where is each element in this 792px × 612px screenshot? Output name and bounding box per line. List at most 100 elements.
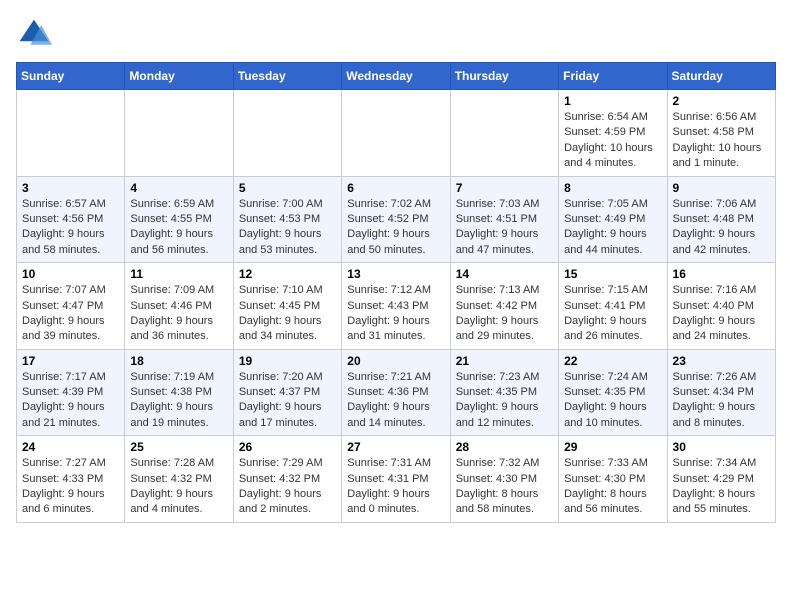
calendar-cell: 27 Sunrise: 7:31 AM Sunset: 4:31 PM Dayli… <box>342 436 450 523</box>
day-info: Sunrise: 7:15 AM Sunset: 4:41 PM Dayligh… <box>564 283 661 345</box>
calendar-cell: 5 Sunrise: 7:00 AM Sunset: 4:53 PM Daylig… <box>233 176 341 263</box>
day-info: Sunrise: 6:57 AM Sunset: 4:56 PM Dayligh… <box>22 197 119 259</box>
calendar-cell: 12 Sunrise: 7:10 AM Sunset: 4:45 PM Dayli… <box>233 263 341 350</box>
calendar-cell: 29 Sunrise: 7:33 AM Sunset: 4:30 PM Dayli… <box>559 436 667 523</box>
day-info: Sunrise: 7:26 AM Sunset: 4:34 PM Dayligh… <box>673 370 770 432</box>
calendar-cell: 15 Sunrise: 7:15 AM Sunset: 4:41 PM Dayli… <box>559 263 667 350</box>
day-info: Sunrise: 7:17 AM Sunset: 4:39 PM Dayligh… <box>22 370 119 432</box>
calendar-cell: 1Sunrise: 6:54 AM Sunset: 4:59 PM Daylig… <box>559 90 667 177</box>
calendar-header-row: SundayMondayTuesdayWednesdayThursdayFrid… <box>17 63 776 90</box>
day-info: Sunrise: 7:00 AM Sunset: 4:53 PM Dayligh… <box>239 197 336 259</box>
day-info: Sunrise: 6:56 AM Sunset: 4:58 PM Dayligh… <box>673 110 770 172</box>
day-info: Sunrise: 7:31 AM Sunset: 4:31 PM Dayligh… <box>347 456 444 518</box>
day-number: 17 <box>22 354 119 368</box>
day-number: 30 <box>673 440 770 454</box>
weekday-header: Thursday <box>450 63 558 90</box>
day-number: 16 <box>673 267 770 281</box>
calendar-cell: 20 Sunrise: 7:21 AM Sunset: 4:36 PM Dayli… <box>342 349 450 436</box>
calendar-cell: 16Sunrise: 7:16 AM Sunset: 4:40 PM Dayli… <box>667 263 775 350</box>
calendar-cell: 28 Sunrise: 7:32 AM Sunset: 4:30 PM Dayli… <box>450 436 558 523</box>
day-number: 25 <box>130 440 227 454</box>
day-number: 6 <box>347 181 444 195</box>
day-number: 18 <box>130 354 227 368</box>
calendar-cell: 21Sunrise: 7:23 AM Sunset: 4:35 PM Dayli… <box>450 349 558 436</box>
day-info: Sunrise: 7:28 AM Sunset: 4:32 PM Dayligh… <box>130 456 227 518</box>
day-number: 5 <box>239 181 336 195</box>
day-number: 27 <box>347 440 444 454</box>
weekday-header: Wednesday <box>342 63 450 90</box>
calendar-cell: 8 Sunrise: 7:05 AM Sunset: 4:49 PM Daylig… <box>559 176 667 263</box>
calendar-cell: 6Sunrise: 7:02 AM Sunset: 4:52 PM Daylig… <box>342 176 450 263</box>
day-number: 26 <box>239 440 336 454</box>
day-info: Sunrise: 6:59 AM Sunset: 4:55 PM Dayligh… <box>130 197 227 259</box>
day-number: 19 <box>239 354 336 368</box>
calendar-cell: 10Sunrise: 7:07 AM Sunset: 4:47 PM Dayli… <box>17 263 125 350</box>
calendar-cell: 22 Sunrise: 7:24 AM Sunset: 4:35 PM Dayli… <box>559 349 667 436</box>
calendar-cell: 17 Sunrise: 7:17 AM Sunset: 4:39 PM Dayli… <box>17 349 125 436</box>
weekday-header: Tuesday <box>233 63 341 90</box>
day-info: Sunrise: 7:05 AM Sunset: 4:49 PM Dayligh… <box>564 197 661 259</box>
day-number: 13 <box>347 267 444 281</box>
calendar-cell: 13 Sunrise: 7:12 AM Sunset: 4:43 PM Dayli… <box>342 263 450 350</box>
day-info: Sunrise: 7:33 AM Sunset: 4:30 PM Dayligh… <box>564 456 661 518</box>
day-info: Sunrise: 7:24 AM Sunset: 4:35 PM Dayligh… <box>564 370 661 432</box>
calendar-cell: 24 Sunrise: 7:27 AM Sunset: 4:33 PM Dayli… <box>17 436 125 523</box>
day-info: Sunrise: 7:10 AM Sunset: 4:45 PM Dayligh… <box>239 283 336 345</box>
day-info: Sunrise: 7:21 AM Sunset: 4:36 PM Dayligh… <box>347 370 444 432</box>
day-number: 4 <box>130 181 227 195</box>
calendar-week-row: 3Sunrise: 6:57 AM Sunset: 4:56 PM Daylig… <box>17 176 776 263</box>
calendar-table: SundayMondayTuesdayWednesdayThursdayFrid… <box>16 62 776 523</box>
calendar-cell <box>125 90 233 177</box>
day-number: 2 <box>673 94 770 108</box>
day-info: Sunrise: 7:34 AM Sunset: 4:29 PM Dayligh… <box>673 456 770 518</box>
calendar-week-row: 17 Sunrise: 7:17 AM Sunset: 4:39 PM Dayli… <box>17 349 776 436</box>
calendar-cell: 30 Sunrise: 7:34 AM Sunset: 4:29 PM Dayli… <box>667 436 775 523</box>
calendar-cell: 26 Sunrise: 7:29 AM Sunset: 4:32 PM Dayli… <box>233 436 341 523</box>
calendar-cell <box>450 90 558 177</box>
calendar-cell: 14 Sunrise: 7:13 AM Sunset: 4:42 PM Dayli… <box>450 263 558 350</box>
day-number: 7 <box>456 181 553 195</box>
logo <box>16 16 58 52</box>
day-number: 14 <box>456 267 553 281</box>
day-number: 12 <box>239 267 336 281</box>
calendar-cell: 9 Sunrise: 7:06 AM Sunset: 4:48 PM Daylig… <box>667 176 775 263</box>
day-number: 28 <box>456 440 553 454</box>
day-number: 9 <box>673 181 770 195</box>
weekday-header: Sunday <box>17 63 125 90</box>
day-number: 24 <box>22 440 119 454</box>
day-info: Sunrise: 7:29 AM Sunset: 4:32 PM Dayligh… <box>239 456 336 518</box>
calendar-week-row: 24 Sunrise: 7:27 AM Sunset: 4:33 PM Dayli… <box>17 436 776 523</box>
day-number: 20 <box>347 354 444 368</box>
day-number: 11 <box>130 267 227 281</box>
day-number: 29 <box>564 440 661 454</box>
calendar-week-row: 10Sunrise: 7:07 AM Sunset: 4:47 PM Dayli… <box>17 263 776 350</box>
calendar-cell: 11 Sunrise: 7:09 AM Sunset: 4:46 PM Dayli… <box>125 263 233 350</box>
day-number: 15 <box>564 267 661 281</box>
day-info: Sunrise: 7:27 AM Sunset: 4:33 PM Dayligh… <box>22 456 119 518</box>
page-header <box>16 16 776 52</box>
day-number: 10 <box>22 267 119 281</box>
weekday-header: Friday <box>559 63 667 90</box>
day-number: 22 <box>564 354 661 368</box>
day-info: Sunrise: 7:12 AM Sunset: 4:43 PM Dayligh… <box>347 283 444 345</box>
day-number: 8 <box>564 181 661 195</box>
calendar-cell <box>342 90 450 177</box>
day-info: Sunrise: 6:54 AM Sunset: 4:59 PM Dayligh… <box>564 110 661 172</box>
day-info: Sunrise: 7:06 AM Sunset: 4:48 PM Dayligh… <box>673 197 770 259</box>
calendar-cell: 4 Sunrise: 6:59 AM Sunset: 4:55 PM Daylig… <box>125 176 233 263</box>
day-info: Sunrise: 7:09 AM Sunset: 4:46 PM Dayligh… <box>130 283 227 345</box>
calendar-cell: 23 Sunrise: 7:26 AM Sunset: 4:34 PM Dayli… <box>667 349 775 436</box>
calendar-cell: 2 Sunrise: 6:56 AM Sunset: 4:58 PM Daylig… <box>667 90 775 177</box>
weekday-header: Monday <box>125 63 233 90</box>
calendar-cell: 19 Sunrise: 7:20 AM Sunset: 4:37 PM Dayli… <box>233 349 341 436</box>
day-number: 23 <box>673 354 770 368</box>
day-info: Sunrise: 7:32 AM Sunset: 4:30 PM Dayligh… <box>456 456 553 518</box>
calendar-cell <box>17 90 125 177</box>
day-info: Sunrise: 7:13 AM Sunset: 4:42 PM Dayligh… <box>456 283 553 345</box>
calendar-cell <box>233 90 341 177</box>
calendar-cell: 18Sunrise: 7:19 AM Sunset: 4:38 PM Dayli… <box>125 349 233 436</box>
day-info: Sunrise: 7:20 AM Sunset: 4:37 PM Dayligh… <box>239 370 336 432</box>
weekday-header: Saturday <box>667 63 775 90</box>
day-info: Sunrise: 7:23 AM Sunset: 4:35 PM Dayligh… <box>456 370 553 432</box>
logo-icon <box>16 16 52 52</box>
